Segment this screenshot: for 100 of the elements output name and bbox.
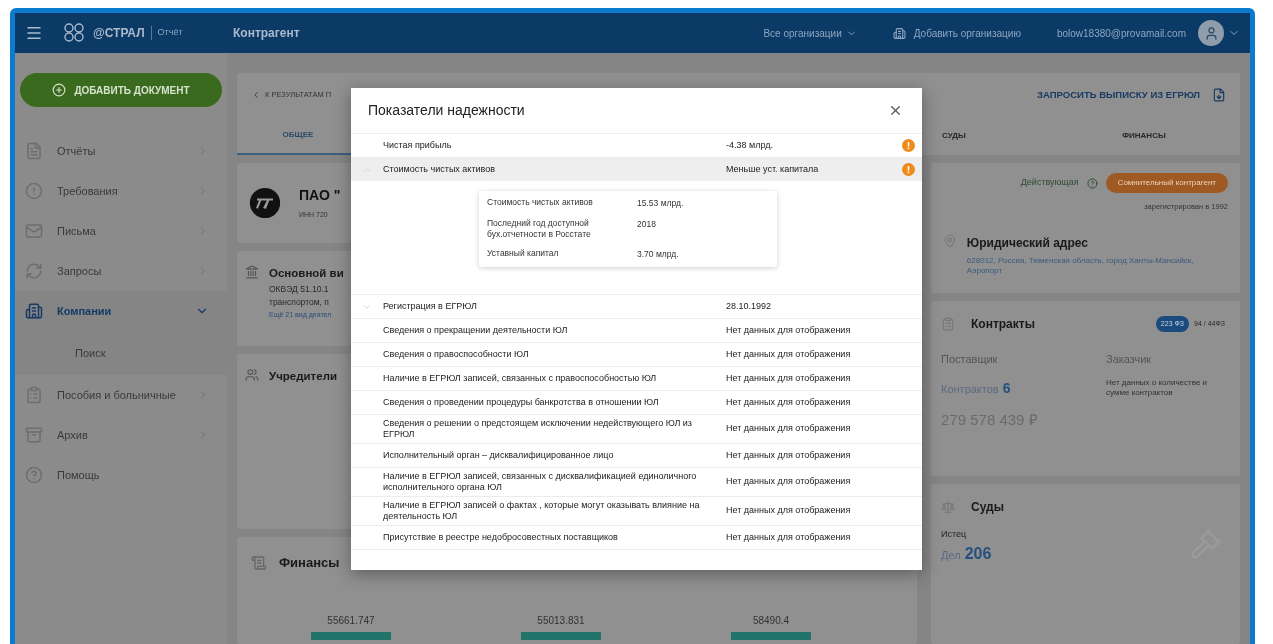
indicator-label: Сведения о проведении процедуры банкротства в отношении ЮЛ — [383, 397, 660, 408]
indicator-label: Наличие в ЕГРЮЛ записей о фактах , которые могут оказывать влияние на деятельность ЮЛ — [383, 500, 701, 522]
indicator-label: Исполнительный орган – дисквалифицированное лицо — [383, 450, 615, 461]
indicator-value: Нет данных для отображения — [726, 530, 852, 544]
company-logo-icon — [249, 187, 281, 219]
detail-value: 15.53 млрд. — [637, 197, 684, 210]
bar-value-label: 55013.831 — [537, 613, 585, 628]
menu-icon[interactable] — [25, 24, 43, 42]
indicator-row[interactable]: Сведения о проведении процедуры банкротства в отношении ЮЛ Нет данных для отображения — [351, 391, 922, 414]
customer-label: Заказчик — [1106, 352, 1153, 367]
avatar-icon[interactable] — [1198, 20, 1224, 46]
detail-label: Уставный капитал — [487, 247, 560, 260]
detail-label: Последний год доступной бух.отчетности в Росстате — [487, 217, 592, 240]
envelope-icon — [25, 222, 43, 240]
indicator-row[interactable]: Наличие в ЕГРЮЛ записей, связанных с дисквалификацией единоличного исполнительного органа ЮЛ Нет данных для отображения — [351, 468, 922, 496]
plaintiff-label: Истец — [941, 528, 968, 541]
detail-value: 3.70 млрд. — [637, 247, 679, 261]
sidebar-item[interactable]: Архив — [15, 415, 227, 455]
sidebar-item[interactable]: Письма — [15, 211, 227, 251]
indicator-value: Нет данных для отображения — [726, 422, 852, 436]
sidebar-item[interactable]: Компании — [15, 291, 227, 331]
supplier-label: Поставщик — [941, 352, 999, 367]
tab[interactable]: ФИНАНСЫ — [1049, 117, 1239, 155]
indicator-value: Меньше уст. капитала — [726, 162, 820, 176]
indicator-row[interactable]: Сведения о прекращении деятельности ЮЛ Нет данных для отображения — [351, 319, 922, 342]
sidebar-item[interactable]: Запросы — [15, 251, 227, 291]
indicator-row[interactable]: Наличие в ЕГРЮЛ записей, связанных с правоспособностью ЮЛ Нет данных для отображения — [351, 367, 922, 390]
building-icon — [245, 265, 259, 279]
address-text: 628012, Россия, Тюменская область, город Ханты-Мансийск, Аэропорт — [966, 256, 1195, 277]
cases-count: 206 — [964, 543, 992, 564]
risk-badge: Сомнительный контрагент — [1105, 173, 1228, 193]
sidebar-item[interactable]: Пособия и больничные — [15, 375, 227, 415]
building-icon — [892, 26, 906, 40]
indicator-label: Наличие в ЕГРЮЛ записей, связанных с правоспособностью ЮЛ — [383, 373, 658, 384]
indicator-row[interactable]: Сведения о решении о предстоящем исключении недействующего ЮЛ из ЕГРЮЛ Нет данных для отображения — [351, 415, 922, 443]
section-title: Основной ви — [269, 266, 345, 281]
indicator-value: Нет данных для отображения — [726, 371, 852, 385]
sidebar-item[interactable]: Отчёты — [15, 131, 227, 171]
document-icon — [1212, 88, 1226, 102]
help-icon — [1086, 177, 1098, 189]
indicator-label: Стоимость чистых активов — [383, 164, 497, 175]
add-organization-button[interactable]: Добавить организацию — [892, 25, 1021, 41]
archive-icon — [25, 426, 43, 444]
indicator-value: 28.10.1992 — [726, 299, 773, 313]
indicator-label: Сведения о решении о предстоящем исключении недействующего ЮЛ из ЕГРЮЛ — [383, 418, 693, 440]
indicator-row[interactable]: Регистрация в ЕГРЮЛ 28.10.1992 — [351, 295, 922, 318]
indicator-row[interactable]: Наличие в ЕГРЮЛ записей о фактах , которые могут оказывать влияние на деятельность ЮЛ Нет данных для отображения — [351, 497, 922, 525]
company-name: ПАО " — [299, 186, 341, 206]
plus-icon — [52, 83, 67, 97]
indicator-row[interactable]: Присутствие в реестре недобросовестных поставщиков Нет данных для отображения — [351, 526, 922, 549]
indicator-value: Нет данных для отображения — [726, 347, 852, 361]
indicator-row[interactable]: Стоимость чистых активов Меньше уст. капитала — [351, 158, 922, 181]
activity-text: ОКВЭД 51.10.1 — [269, 284, 330, 296]
document-icon — [25, 142, 43, 160]
indicator-label: Чистая прибыль — [383, 140, 453, 151]
people-icon — [245, 368, 259, 382]
help-icon — [25, 466, 43, 484]
clipboard-icon — [941, 317, 955, 331]
dialog-title: Показатели надежности — [368, 101, 525, 120]
bar-value-label: 55661.747 — [327, 613, 375, 628]
add-document-button[interactable]: ДОБАВИТЬ ДОКУМЕНТ — [20, 73, 222, 107]
indicator-label: Присутствие в реестре недобросовестных поставщиков — [383, 532, 619, 543]
indicator-label: Наличие в ЕГРЮЛ записей, связанных с дисквалификацией единоличного исполнительного органа ЮЛ — [383, 471, 698, 493]
activity-text: транспортом, п — [269, 297, 330, 309]
sidebar-subitem[interactable]: Поиск — [15, 331, 227, 375]
status-text: Действующая — [1020, 176, 1079, 190]
sidebar-item[interactable]: Требования — [15, 171, 227, 211]
indicator-value: -4.38 млрд. — [726, 138, 774, 152]
indicator-row[interactable]: Сведения о правоспособности ЮЛ Нет данных для отображения — [351, 343, 922, 366]
detail-label: Стоимость чистых активов — [487, 197, 594, 209]
no-data-text: Нет данных о количестве и сумме контрактов — [1106, 377, 1209, 398]
section-title: Финансы — [279, 554, 340, 572]
user-email: bolow18380@provamail.com — [1056, 26, 1186, 41]
contracts-count: 6 — [1002, 378, 1011, 398]
section-title: Контракты — [971, 316, 1036, 333]
brand-name: @СТРАЛ — [93, 25, 145, 42]
indicator-value: Нет данных для отображения — [726, 395, 852, 409]
page-title: Контрагент — [233, 25, 300, 42]
clipboard-icon — [25, 386, 43, 404]
alert-circle-icon — [25, 182, 43, 200]
indicator-row[interactable]: Чистая прибыль -4.38 млрд. — [351, 134, 922, 157]
detail-value: 2018 — [637, 217, 656, 231]
request-extract-link[interactable]: ЗАПРОСИТЬ ВЫПИСКУ ИЗ ЕГРЮЛ — [1037, 87, 1200, 103]
indicator-row[interactable]: Исполнительный орган – дисквалифицированное лицо Нет данных для отображения — [351, 444, 922, 467]
indicator-value: Нет данных для отображения — [726, 475, 852, 489]
indicator-value: Нет данных для отображения — [726, 323, 852, 337]
indicator-value: Нет данных для отображения — [726, 448, 852, 462]
section-title: Учредители — [269, 369, 338, 384]
sidebar-item[interactable]: Помощь — [15, 455, 227, 495]
bar-value-label: 58490.4 — [752, 613, 790, 628]
section-title: Юридический адрес — [966, 235, 1089, 253]
ornament-logo-icon — [63, 22, 87, 44]
indicator-value: Нет данных для отображения — [726, 504, 852, 518]
chevron-left-icon — [251, 90, 261, 100]
map-pin-icon — [943, 234, 957, 249]
building-icon — [25, 302, 43, 320]
indicator-label: Сведения о прекращении деятельности ЮЛ — [383, 325, 569, 336]
product-name: Отчёт — [150, 26, 183, 40]
organization-select[interactable]: Все организации — [763, 25, 857, 41]
section-title: Суды — [971, 499, 1004, 516]
